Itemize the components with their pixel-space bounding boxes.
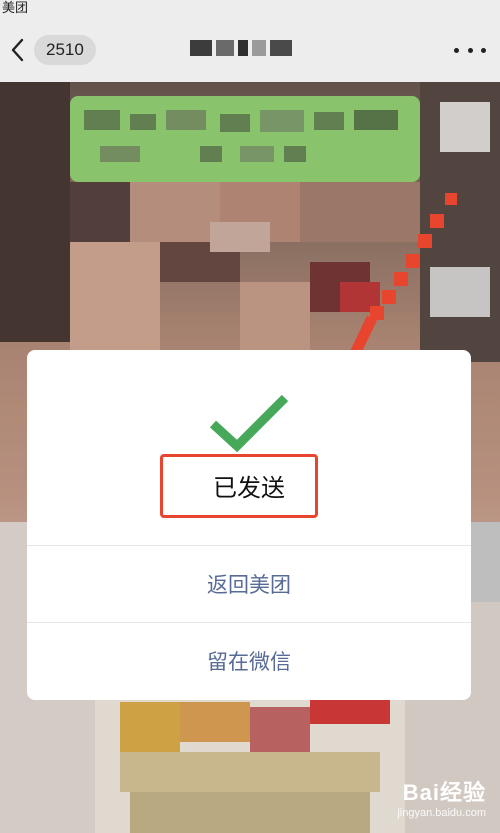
checkmark-icon [209, 394, 289, 453]
annotation-highlight-box [160, 454, 318, 518]
stay-in-wechat-button[interactable]: 留在微信 [27, 623, 471, 699]
return-to-meituan-button[interactable]: 返回美团 [27, 546, 471, 622]
sent-confirmation-dialog: 已发送 返回美团 留在微信 [27, 350, 471, 700]
